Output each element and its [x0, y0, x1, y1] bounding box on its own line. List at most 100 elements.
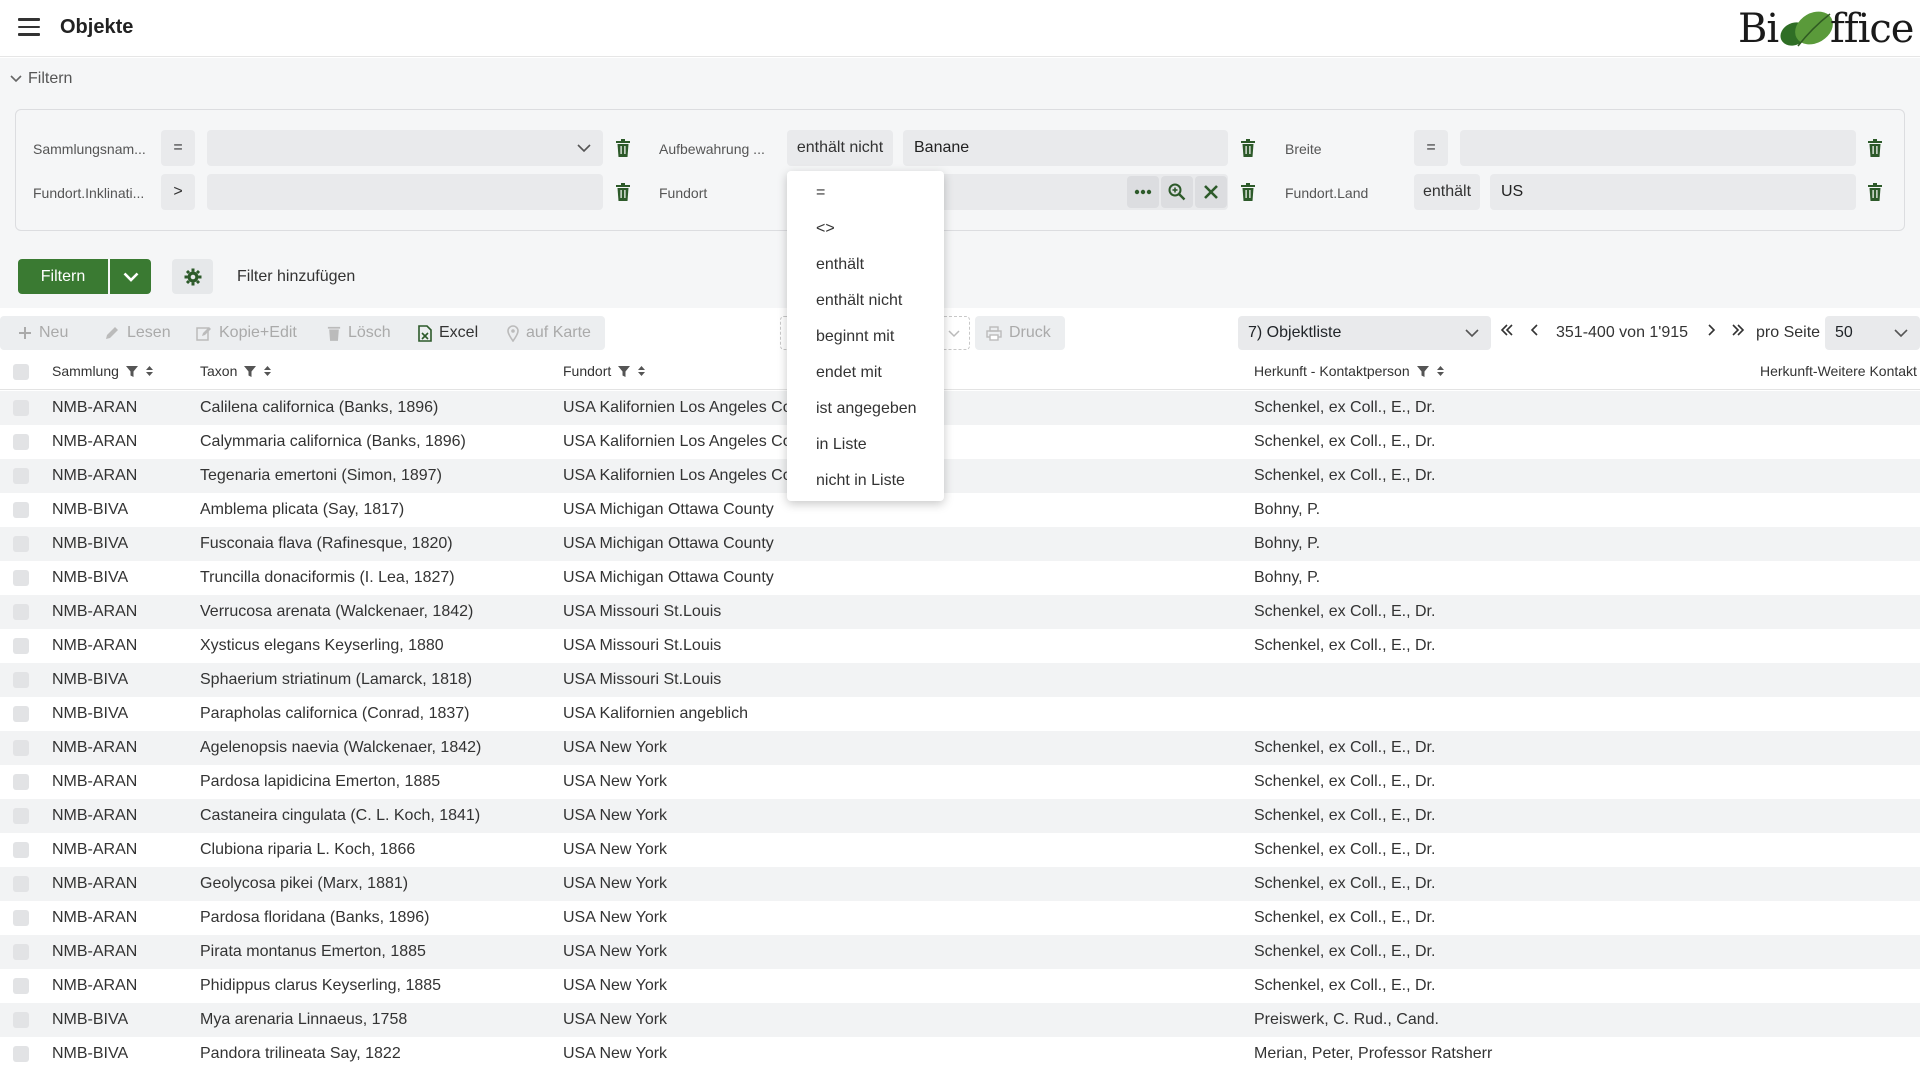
filter-operator-land[interactable]: enthält	[1414, 174, 1480, 210]
table-row[interactable]: NMB-ARAN Pirata montanus Emerton, 1885 USA…	[0, 935, 1920, 969]
column-header-kontaktperson[interactable]: Herkunft - Kontaktperson	[1254, 363, 1445, 379]
row-checkbox[interactable]	[13, 468, 29, 484]
menu-icon[interactable]	[18, 18, 40, 36]
row-checkbox[interactable]	[13, 842, 29, 858]
operator-option[interactable]: ist angegeben	[816, 400, 917, 418]
filter-value-sammlungsname[interactable]	[207, 130, 603, 166]
more-icon[interactable]	[1127, 176, 1159, 208]
column-header-weitere-kontakt[interactable]: Herkunft-Weitere Kontakt	[1760, 363, 1917, 379]
table-row[interactable]: NMB-ARAN Phidippus clarus Keyserling, 188…	[0, 969, 1920, 1003]
filter-settings-button[interactable]	[172, 259, 213, 294]
row-checkbox[interactable]	[13, 740, 29, 756]
operator-option[interactable]: beginnt mit	[816, 328, 894, 346]
table-row[interactable]: NMB-ARAN Clubiona riparia L. Koch, 1866 US…	[0, 833, 1920, 867]
first-page-button[interactable]	[1500, 323, 1514, 342]
table-row[interactable]: NMB-BIVA Mya arenaria Linnaeus, 1758 USA N…	[0, 1003, 1920, 1037]
read-button[interactable]: Lesen	[104, 316, 171, 350]
filter-operator-inklination[interactable]: >	[161, 174, 195, 210]
row-checkbox[interactable]	[13, 978, 29, 994]
trash-icon[interactable]	[1240, 139, 1256, 157]
table-row[interactable]: NMB-BIVA Pandora trilineata Say, 1822 USA …	[0, 1037, 1920, 1071]
excel-button[interactable]: Excel	[418, 316, 478, 350]
table-row[interactable]: NMB-ARAN Castaneira cingulata (C. L. Koch…	[0, 799, 1920, 833]
cell-taxon: Pardosa lapidicina Emerton, 1885	[200, 773, 441, 790]
map-button[interactable]: auf Karte	[507, 316, 591, 350]
table-row[interactable]: NMB-ARAN Calilena californica (Banks, 189…	[0, 391, 1920, 425]
table-row[interactable]: NMB-ARAN Verrucosa arenata (Walckenaer, 1…	[0, 595, 1920, 629]
cell-sammlung: NMB-ARAN	[52, 807, 138, 824]
trash-icon[interactable]	[1240, 183, 1256, 201]
column-header-fundort[interactable]: Fundort	[563, 363, 646, 379]
filter-operator-aufbewahrung[interactable]: enthält nicht	[787, 130, 893, 166]
filter-options-button[interactable]	[110, 259, 151, 294]
print-button[interactable]: Druck	[986, 316, 1051, 350]
operator-option[interactable]: enthält	[816, 256, 864, 274]
table-row[interactable]: NMB-BIVA Amblema plicata (Say, 1817) USA M…	[0, 493, 1920, 527]
filter-value-inklination[interactable]	[207, 174, 603, 210]
add-filter-link[interactable]: Filter hinzufügen	[237, 268, 355, 286]
trash-icon[interactable]	[615, 183, 631, 201]
row-checkbox[interactable]	[13, 706, 29, 722]
row-checkbox[interactable]	[13, 604, 29, 620]
last-page-button[interactable]	[1731, 323, 1745, 342]
column-header-sammlung[interactable]: Sammlung	[52, 363, 154, 379]
row-checkbox[interactable]	[13, 570, 29, 586]
delete-button[interactable]: Lösch	[327, 316, 391, 350]
operator-option[interactable]: <>	[816, 220, 835, 238]
row-checkbox[interactable]	[13, 672, 29, 688]
list-view-select[interactable]: 7) Objektliste	[1238, 316, 1491, 350]
row-checkbox[interactable]	[13, 910, 29, 926]
table-row[interactable]: NMB-ARAN Pardosa floridana (Banks, 1896) U…	[0, 901, 1920, 935]
table-row[interactable]: NMB-BIVA Fusconaia flava (Rafinesque, 182…	[0, 527, 1920, 561]
row-checkbox[interactable]	[13, 638, 29, 654]
clear-icon[interactable]	[1195, 176, 1227, 208]
table-row[interactable]: NMB-ARAN Geolycosa pikei (Marx, 1881) USA …	[0, 867, 1920, 901]
column-header-taxon[interactable]: Taxon	[200, 363, 272, 379]
table-row[interactable]: NMB-BIVA Truncilla donaciformis (I. Lea, …	[0, 561, 1920, 595]
filter-toggle[interactable]: Filtern	[10, 70, 72, 88]
trash-icon[interactable]	[615, 139, 631, 157]
row-checkbox[interactable]	[13, 434, 29, 450]
cell-kontaktperson: Schenkel, ex Coll., E., Dr.	[1254, 807, 1436, 824]
row-checkbox[interactable]	[13, 876, 29, 892]
table-row[interactable]: NMB-ARAN Tegenaria emertoni (Simon, 1897)…	[0, 459, 1920, 493]
table-row[interactable]: NMB-BIVA Parapholas californica (Conrad, …	[0, 697, 1920, 731]
row-checkbox[interactable]	[13, 536, 29, 552]
row-checkbox[interactable]	[13, 774, 29, 790]
table-row[interactable]: NMB-ARAN Xysticus elegans Keyserling, 188…	[0, 629, 1920, 663]
copy-edit-button[interactable]: Kopie+Edit	[196, 316, 297, 350]
chevron-down-icon	[1465, 329, 1479, 338]
filter-value-land[interactable]: US	[1490, 174, 1856, 210]
table-row[interactable]: NMB-ARAN Pardosa lapidicina Emerton, 1885…	[0, 765, 1920, 799]
filter-operator-sammlungsname[interactable]: =	[161, 130, 195, 166]
table-row[interactable]: NMB-ARAN Agelenopsis naevia (Walckenaer, …	[0, 731, 1920, 765]
per-page-select[interactable]: 50	[1825, 316, 1920, 350]
select-all-checkbox[interactable]	[13, 364, 29, 380]
prev-page-button[interactable]	[1530, 323, 1540, 342]
cell-sammlung: NMB-ARAN	[52, 875, 138, 892]
filter-button[interactable]: Filtern	[18, 259, 108, 294]
row-checkbox[interactable]	[13, 808, 29, 824]
new-button[interactable]: Neu	[18, 316, 68, 350]
trash-icon[interactable]	[1867, 183, 1883, 201]
filter-value-breite[interactable]	[1460, 130, 1856, 166]
row-checkbox[interactable]	[13, 944, 29, 960]
zoom-search-icon[interactable]	[1161, 176, 1193, 208]
row-checkbox[interactable]	[13, 502, 29, 518]
row-checkbox[interactable]	[13, 1012, 29, 1028]
operator-option[interactable]: =	[816, 184, 825, 202]
row-checkbox[interactable]	[13, 400, 29, 416]
filter-operator-breite[interactable]: =	[1414, 130, 1448, 166]
operator-option[interactable]: in Liste	[816, 436, 867, 454]
cell-sammlung: NMB-ARAN	[52, 603, 138, 620]
table-row[interactable]: NMB-BIVA Sphaerium striatinum (Lamarck, 1…	[0, 663, 1920, 697]
operator-option[interactable]: nicht in Liste	[816, 472, 905, 490]
operator-option[interactable]: endet mit	[816, 364, 882, 382]
trash-icon[interactable]	[1867, 139, 1883, 157]
next-page-button[interactable]	[1706, 323, 1716, 342]
row-checkbox[interactable]	[13, 1046, 29, 1062]
filter-value-aufbewahrung[interactable]: Banane	[903, 130, 1228, 166]
map-button-label: auf Karte	[526, 324, 591, 341]
operator-option[interactable]: enthält nicht	[816, 292, 902, 310]
table-row[interactable]: NMB-ARAN Calymmaria californica (Banks, 1…	[0, 425, 1920, 459]
